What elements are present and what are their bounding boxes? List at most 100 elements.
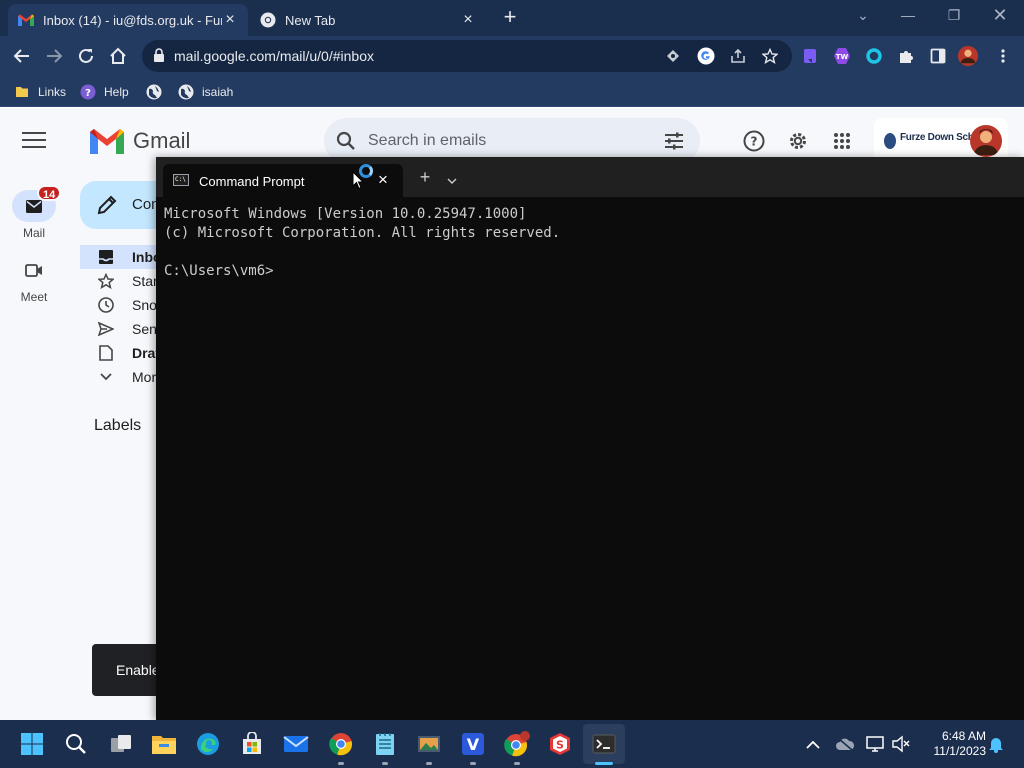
running-indicator [426,762,432,765]
terminal-output[interactable]: Microsoft Windows [Version 10.0.25947.10… [164,205,560,281]
bookmark-links[interactable]: Links [14,82,66,102]
cast-icon[interactable] [664,47,682,65]
terminal-window[interactable]: C:\ Command Prompt × + Microsoft Windows… [156,157,1024,720]
close-tab-icon[interactable]: × [374,171,392,189]
rail-mail-label: Mail [22,226,45,240]
draft-file-icon [98,345,114,361]
google-lens-icon[interactable] [697,47,715,65]
folder-icon [14,84,30,100]
chrome-profile-icon[interactable] [503,730,531,765]
search-icon[interactable] [62,730,90,758]
share-icon[interactable] [729,47,747,65]
terminal-line: (c) Microsoft Corporation. All rights re… [164,225,561,241]
extensions-puzzle-icon[interactable] [896,46,916,66]
chevron-up-icon[interactable] [803,734,823,754]
unread-badge: 14 [37,185,62,201]
browser-toolbar: mail.google.com/mail/u/0/#inbox TW [0,36,1024,76]
settings-gear-icon[interactable] [786,129,810,153]
photo-app-icon[interactable] [415,730,443,765]
network-icon[interactable] [866,734,886,754]
chevron-down-icon[interactable] [447,172,457,190]
search-icon[interactable] [336,131,356,156]
active-app-indicator [595,762,613,765]
restore-icon[interactable]: ❐ [936,4,972,26]
star-icon [98,273,114,289]
svg-text:S: S [556,739,564,752]
onedrive-icon[interactable] [835,734,855,754]
browser-tab-strip: Inbox (14) - iu@fds.org.uk - Furze Down … [0,0,1024,36]
notification-bell-icon[interactable] [986,734,1006,754]
tab-new-tab[interactable]: New Tab × [250,4,486,36]
command-prompt-icon: C:\ [173,174,189,186]
chrome-icon[interactable] [327,730,355,765]
tab-gmail-inbox[interactable]: Inbox (14) - iu@fds.org.uk - Furze Down … [8,4,248,36]
bookmark-label: Links [38,85,67,99]
terminal-tab-title: Command Prompt [199,174,305,189]
video-camera-icon [12,254,56,286]
bookmark-isaiah[interactable]: isaiah [178,82,233,102]
minimize-icon[interactable]: — [890,4,926,26]
task-view-icon[interactable] [107,730,135,758]
profile-avatar-icon[interactable] [958,46,978,66]
new-terminal-tab-icon[interactable]: + [416,168,434,186]
main-menu-icon[interactable] [22,132,46,150]
running-indicator [338,762,344,765]
forward-arrow-icon[interactable] [42,44,66,68]
rail-mail[interactable]: 14 Mail [10,185,62,240]
google-apps-icon[interactable] [830,129,854,153]
bookmark-globe[interactable] [146,82,170,102]
address-bar[interactable]: mail.google.com/mail/u/0/#inbox [142,40,792,72]
support-icon[interactable]: ? [742,129,766,153]
labels-heading: Labels [94,417,142,434]
terminal-titlebar[interactable]: C:\ Command Prompt × + [156,157,1024,197]
chrome-menu-icon[interactable] [993,46,1013,66]
extension-tw-icon[interactable]: TW [832,46,852,66]
globe-icon [178,84,194,100]
system-clock[interactable]: 6:48 AM 11/1/2023 [920,729,987,759]
running-indicator [470,762,476,765]
windows-start-icon[interactable] [18,730,46,758]
running-indicator [382,762,388,765]
extension-ring-icon[interactable] [864,46,884,66]
back-arrow-icon[interactable] [10,44,34,68]
side-panel-icon[interactable] [928,46,948,66]
tab-close-icon[interactable]: × [460,11,476,29]
tab-close-icon[interactable]: × [222,11,238,29]
tab-search-icon[interactable]: ⌄ [845,4,881,26]
file-explorer-icon[interactable] [150,730,178,758]
new-tab-button[interactable]: + [498,6,522,30]
search-input[interactable]: Search in emails [368,132,486,150]
account-avatar[interactable] [970,125,1002,157]
url-text: mail.google.com/mail/u/0/#inbox [174,48,374,64]
bookmarks-bar: Links ? Help isaiah [0,76,1024,107]
gmail-wordmark: Gmail [133,128,191,153]
send-icon [98,321,114,337]
rail-mail-pill: 14 [12,185,62,222]
bookmark-help[interactable]: ? Help [80,82,129,102]
bookmark-star-icon[interactable] [761,47,779,65]
microsoft-store-icon[interactable] [238,730,266,758]
home-icon[interactable] [106,44,130,68]
volume-muted-icon[interactable] [891,734,911,754]
v-app-icon[interactable]: V [459,730,487,765]
lock-icon[interactable] [153,48,165,68]
extension-purple-icon[interactable] [800,46,820,66]
bookmark-label: isaiah [202,85,234,99]
svg-text:TW: TW [836,53,849,61]
tab-title: New Tab [285,12,336,28]
rail-meet[interactable]: Meet [10,254,58,304]
close-window-icon[interactable]: ✕ [982,4,1018,26]
clock-icon [98,297,114,313]
mouse-pointer-icon [352,170,365,195]
reload-icon[interactable] [74,44,98,68]
globe-icon [146,84,162,100]
s-app-icon[interactable]: S [546,730,574,758]
svg-text:V: V [467,735,480,754]
search-options-icon[interactable] [664,131,684,156]
mail-app-icon[interactable] [282,730,310,758]
terminal-app-icon[interactable] [590,730,618,758]
notepad-icon[interactable] [371,730,399,765]
edge-browser-icon[interactable] [194,730,222,758]
gmail-logo-icon[interactable] [90,128,124,154]
